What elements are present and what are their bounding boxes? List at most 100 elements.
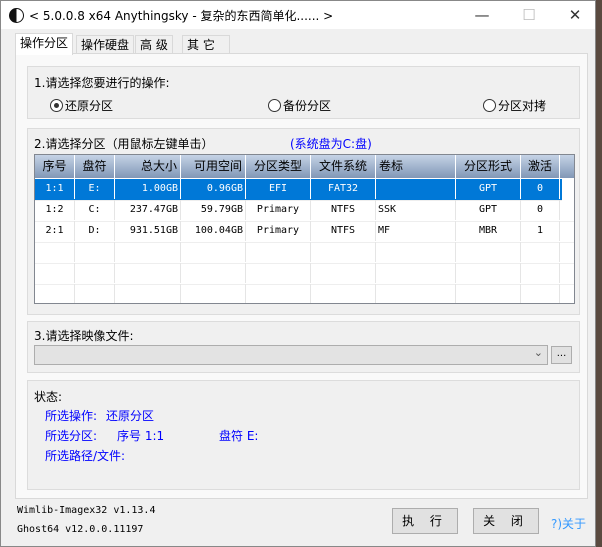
- image-file-combo[interactable]: ⌄: [34, 345, 548, 365]
- empty-row: [35, 263, 574, 285]
- table-cell: 1:1: [35, 179, 75, 199]
- table-cell: [376, 284, 456, 303]
- chevron-down-icon: ⌄: [533, 346, 543, 359]
- maximize-button[interactable]: ☐: [507, 3, 551, 27]
- table-cell: [311, 284, 376, 303]
- column-header[interactable]: 分区形式: [456, 155, 521, 178]
- radio-checked-icon: [50, 99, 63, 112]
- table-cell: 0: [521, 200, 560, 220]
- table-cell: 931.51GB: [115, 221, 181, 241]
- table-cell: GPT: [456, 179, 521, 199]
- about-link[interactable]: ?)关于: [551, 515, 586, 532]
- table-cell: [75, 284, 115, 303]
- table-cell: [456, 242, 521, 262]
- table-cell: [246, 242, 311, 262]
- table-cell: NTFS: [311, 221, 376, 241]
- table-cell: [115, 242, 181, 262]
- selected-op-value: 还原分区: [106, 409, 155, 423]
- column-header[interactable]: 总大小: [115, 155, 181, 178]
- list-header: 序号 盘符 总大小 可用空间 分区类型 文件系统 卷标 分区形式 激活: [35, 155, 574, 178]
- partition-group: 2.请选择分区（用鼠标左键单击） (系统盘为C:盘) 序号 盘符 总大小 可用空间 分区…: [27, 128, 580, 315]
- table-cell: [521, 263, 560, 283]
- table-cell: [115, 263, 181, 283]
- table-cell: [35, 284, 75, 303]
- empty-row: [35, 284, 574, 303]
- ghost-version: Ghost64 v12.0.0.11197: [17, 524, 144, 535]
- table-cell: [456, 263, 521, 283]
- table-cell: 1: [521, 221, 560, 241]
- image-label: 3.请选择映像文件:: [34, 329, 134, 343]
- table-cell: [376, 263, 456, 283]
- column-header[interactable]: 可用空间: [181, 155, 246, 178]
- selected-op-label: 所选操作:: [45, 409, 98, 423]
- table-cell: [246, 263, 311, 283]
- minimize-button[interactable]: —: [460, 3, 504, 27]
- table-cell: 2:1: [35, 221, 75, 241]
- selected-part-index: 序号 1:1: [117, 429, 165, 443]
- close-window-button[interactable]: ✕: [553, 3, 597, 27]
- table-cell: [115, 284, 181, 303]
- table-cell: [521, 284, 560, 303]
- radio-label: 分区对拷: [498, 99, 547, 113]
- table-cell: [376, 242, 456, 262]
- partition-label: 2.请选择分区（用鼠标左键单击）: [34, 137, 214, 151]
- tab-disk[interactable]: 操作硬盘: [76, 35, 135, 54]
- column-header[interactable]: 文件系统: [311, 155, 376, 178]
- partition-list[interactable]: 序号 盘符 总大小 可用空间 分区类型 文件系统 卷标 分区形式 激活 1:1 E: 1.00GB 0…: [34, 154, 575, 304]
- window-title: < 5.0.0.8 x64 Anythingsky - 复杂的东西简单化....…: [29, 9, 334, 23]
- title-bar: < 5.0.0.8 x64 Anythingsky - 复杂的东西简单化....…: [1, 1, 595, 29]
- table-cell: GPT: [456, 200, 521, 220]
- selected-part-drive: 盘符 E:: [219, 429, 259, 443]
- close-button[interactable]: 关 闭: [473, 508, 539, 534]
- table-cell: [456, 284, 521, 303]
- column-header[interactable]: 卷标: [376, 155, 456, 178]
- yin-yang-icon: [9, 8, 24, 23]
- table-cell: 237.47GB: [115, 200, 181, 220]
- table-cell: MBR: [456, 221, 521, 241]
- tab-other[interactable]: 其 它: [182, 35, 230, 54]
- table-cell: [311, 242, 376, 262]
- selected-path-label: 所选路径/文件:: [45, 449, 126, 463]
- table-cell: EFI: [246, 179, 311, 199]
- table-cell: SSK: [376, 200, 456, 220]
- system-disk-note: (系统盘为C:盘): [290, 137, 372, 151]
- tab-panel: 1.请选择您要进行的操作: 还原分区 备份分区 分区对拷 2.请选择分区（用鼠标…: [15, 53, 588, 499]
- table-cell: 1.00GB: [115, 179, 181, 199]
- status-label: 状态:: [34, 390, 63, 404]
- table-cell: [246, 284, 311, 303]
- table-cell: [521, 242, 560, 262]
- table-cell: [75, 263, 115, 283]
- radio-backup[interactable]: 备份分区: [268, 97, 331, 114]
- table-cell: [35, 242, 75, 262]
- main-window: < 5.0.0.8 x64 Anythingsky - 复杂的东西简单化....…: [0, 0, 596, 547]
- column-header[interactable]: 分区类型: [246, 155, 311, 178]
- table-row[interactable]: 1:2 C: 237.47GB 59.79GB Primary NTFS SSK GPT 0: [35, 200, 574, 222]
- column-header[interactable]: 盘符: [75, 155, 115, 178]
- operation-group: 1.请选择您要进行的操作: 还原分区 备份分区 分区对拷: [27, 66, 580, 119]
- radio-label: 还原分区: [65, 99, 114, 113]
- execute-button[interactable]: 执 行: [392, 508, 458, 534]
- table-row[interactable]: 1:1 E: 1.00GB 0.96GB EFI FAT32 GPT 0: [35, 179, 562, 201]
- table-cell: C:: [75, 200, 115, 220]
- table-cell: 59.79GB: [181, 200, 246, 220]
- browse-button[interactable]: ...: [551, 346, 572, 364]
- table-cell: [376, 179, 456, 199]
- table-cell: MF: [376, 221, 456, 241]
- table-row[interactable]: 2:1 D: 931.51GB 100.04GB Primary NTFS MF MBR 1: [35, 221, 574, 243]
- table-cell: [35, 263, 75, 283]
- tab-advanced[interactable]: 高 级: [135, 35, 173, 54]
- tab-partition[interactable]: 操作分区: [15, 33, 74, 55]
- radio-restore[interactable]: 还原分区: [50, 97, 113, 114]
- table-cell: [181, 242, 246, 262]
- radio-icon: [483, 99, 496, 112]
- table-cell: Primary: [246, 221, 311, 241]
- column-header[interactable]: 序号: [35, 155, 75, 178]
- radio-icon: [268, 99, 281, 112]
- table-cell: [75, 242, 115, 262]
- radio-copy[interactable]: 分区对拷: [483, 97, 546, 114]
- table-cell: [181, 263, 246, 283]
- table-cell: 0: [521, 179, 560, 199]
- table-cell: [311, 263, 376, 283]
- column-header[interactable]: 激活: [521, 155, 560, 178]
- table-cell: D:: [75, 221, 115, 241]
